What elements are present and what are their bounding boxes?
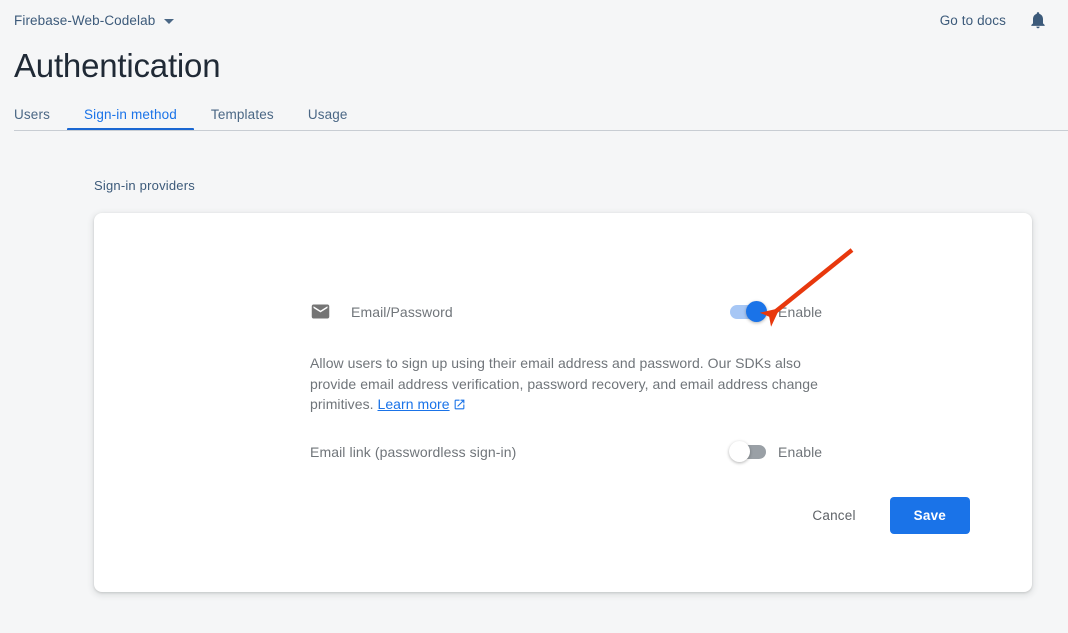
cancel-button[interactable]: Cancel: [800, 499, 867, 532]
bell-icon[interactable]: [1028, 10, 1048, 30]
email-link-toggle-group: Enable: [730, 444, 822, 460]
open-in-new-icon[interactable]: [453, 396, 466, 417]
email-link-name-label: Email link (passwordless sign-in): [310, 444, 516, 460]
sign-in-providers-card: Email/Password Enable Allow users to sig…: [94, 213, 1032, 592]
chevron-down-icon: [164, 19, 174, 24]
top-bar: Firebase-Web-Codelab Go to docs: [0, 0, 1068, 40]
tab-bar: Users Sign-in method Templates Usage: [14, 100, 365, 131]
provider-row-email-link: Email link (passwordless sign-in) Enable: [310, 441, 918, 463]
page-title: Authentication: [14, 45, 220, 87]
provider-identity: Email/Password: [310, 301, 453, 322]
top-bar-actions: Go to docs: [940, 10, 1054, 30]
save-button[interactable]: Save: [890, 497, 970, 534]
email-password-toggle-label: Enable: [778, 304, 822, 320]
tab-templates[interactable]: Templates: [194, 107, 291, 131]
tab-usage[interactable]: Usage: [291, 107, 365, 131]
sign-in-providers-label: Sign-in providers: [94, 178, 195, 193]
project-name-label: Firebase-Web-Codelab: [14, 13, 155, 28]
tab-bar-divider: [14, 130, 1068, 131]
toggle-thumb: [746, 301, 767, 322]
card-action-bar: Cancel Save: [800, 497, 970, 534]
go-to-docs-link[interactable]: Go to docs: [940, 13, 1006, 28]
toggle-thumb: [729, 441, 750, 462]
provider-row-email-password: Email/Password Enable: [310, 301, 918, 322]
authentication-page: Firebase-Web-Codelab Go to docs Authenti…: [0, 0, 1068, 633]
learn-more-link[interactable]: Learn more: [378, 396, 450, 412]
tab-sign-in-method[interactable]: Sign-in method: [67, 107, 194, 131]
email-link-enable-toggle[interactable]: [730, 445, 766, 459]
tab-users[interactable]: Users: [14, 107, 67, 131]
provider-name-label: Email/Password: [351, 304, 453, 320]
mail-icon: [310, 301, 331, 322]
project-selector[interactable]: Firebase-Web-Codelab: [14, 13, 174, 28]
card-content: Email/Password Enable Allow users to sig…: [310, 213, 918, 592]
provider-description: Allow users to sign up using their email…: [310, 353, 832, 417]
email-password-enable-toggle[interactable]: [730, 305, 766, 319]
email-link-toggle-label: Enable: [778, 444, 822, 460]
email-password-toggle-group: Enable: [730, 304, 822, 320]
